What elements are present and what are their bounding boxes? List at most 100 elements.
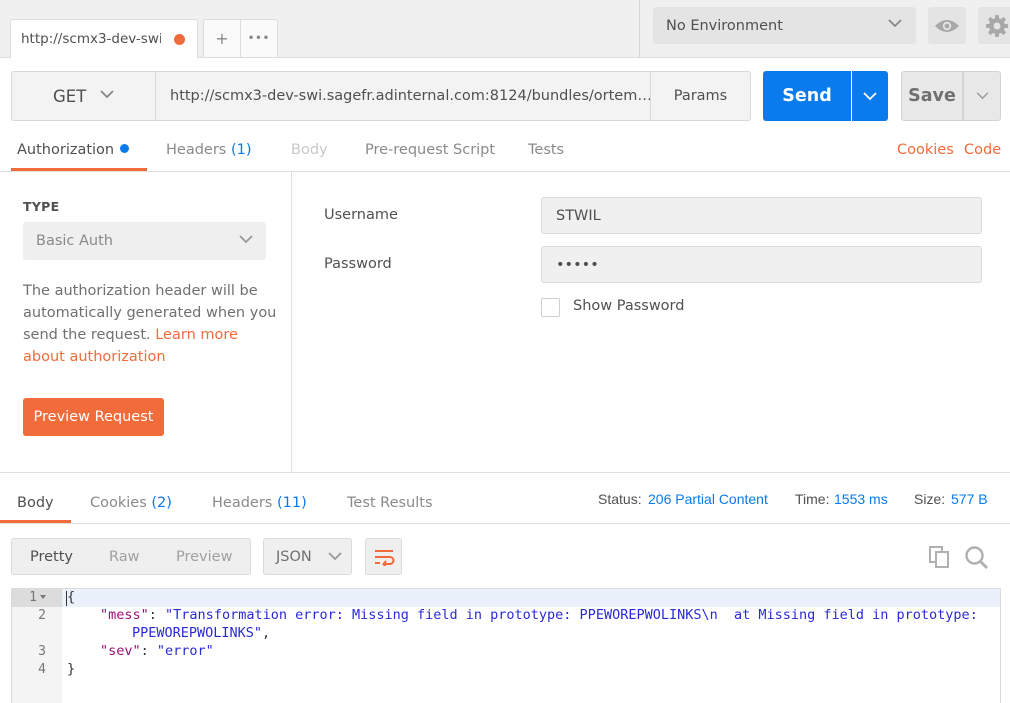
auth-active-dot <box>120 144 130 153</box>
chevron-down-icon <box>863 91 877 100</box>
wrap-lines-icon <box>374 549 394 566</box>
params-button[interactable]: Params <box>650 71 751 121</box>
code-line-2: "mess": "Transformation error: Missing f… <box>100 607 978 623</box>
response-tab-headers-count: (11) <box>276 495 307 511</box>
environment-select-value: No Environment <box>666 17 783 34</box>
tab-tests[interactable]: Tests <box>528 142 564 158</box>
params-label: Params <box>673 88 728 104</box>
status-label: Status: <box>598 491 642 507</box>
time-value[interactable]: 1553 ms <box>834 491 888 507</box>
response-tab-cookies-count: (2) <box>151 495 172 511</box>
password-label: Password <box>324 256 392 272</box>
tab-headers-label: Headers <box>166 142 227 158</box>
code-line-1: { <box>67 589 76 605</box>
tab-authorization-label: Authorization <box>17 142 115 158</box>
response-tab-headers[interactable]: Headers (11) <box>212 495 307 511</box>
copy-icon <box>929 546 949 568</box>
chevron-down-icon <box>328 552 342 561</box>
response-divider <box>0 472 1010 473</box>
auth-panel-divider <box>291 172 292 472</box>
code-link[interactable]: Code <box>964 142 1001 158</box>
preview-request-label: Preview Request <box>33 409 154 425</box>
tab-headers[interactable]: Headers (1) <box>166 142 252 158</box>
view-pretty-button[interactable]: Pretty <box>30 549 73 565</box>
code-line-2-wrap: PPEWOREPWOLINKS", <box>132 625 271 641</box>
show-password-label: Show Password <box>573 298 685 314</box>
response-tab-body[interactable]: Body <box>17 495 54 511</box>
method-value: GET <box>53 86 87 106</box>
new-tab-button[interactable]: + <box>203 19 241 57</box>
send-label: Send <box>782 86 832 106</box>
auth-description-text: The authorization header will be automat… <box>23 283 277 343</box>
tab-headers-count: (1) <box>230 142 252 158</box>
chevron-down-icon <box>100 90 114 99</box>
cookies-link[interactable]: Cookies <box>897 142 954 158</box>
tab-pre-request-script[interactable]: Pre-request Script <box>365 142 495 158</box>
line-number: 2 <box>38 608 46 623</box>
save-button[interactable]: Save <box>901 71 963 121</box>
tab-options-button[interactable]: ••• <box>240 19 278 57</box>
request-tab-title: http://scmx3-dev-swi.s <box>21 31 161 47</box>
code-line-3: "sev": "error" <box>100 643 214 659</box>
line-number: 1 <box>12 590 46 605</box>
response-format-select[interactable]: JSON <box>263 538 352 575</box>
settings-button[interactable] <box>978 7 1010 44</box>
top-divider <box>639 0 640 58</box>
auth-description: The authorization header will be automat… <box>23 280 278 368</box>
auth-type-select[interactable]: Basic Auth <box>23 222 266 260</box>
line-number: 4 <box>38 662 46 677</box>
tab-body-label: Body <box>291 142 328 158</box>
show-password-checkbox[interactable] <box>541 298 560 317</box>
environment-quick-look-button[interactable] <box>928 7 966 44</box>
url-input[interactable] <box>155 71 650 121</box>
request-tabs-divider <box>0 171 1010 172</box>
size-value[interactable]: 577 B <box>951 491 988 507</box>
code-line-4: } <box>67 661 76 677</box>
tab-body[interactable]: Body <box>291 142 328 158</box>
status-value[interactable]: 206 Partial Content <box>648 491 768 507</box>
tab-pre-request-label: Pre-request Script <box>365 142 496 158</box>
tab-authorization[interactable]: Authorization <box>17 142 130 158</box>
send-button[interactable]: Send <box>763 71 851 121</box>
view-raw-button[interactable]: Raw <box>109 549 140 565</box>
time-label: Time: <box>795 491 830 507</box>
save-options-button[interactable] <box>963 71 1001 121</box>
environment-select[interactable]: No Environment <box>653 7 916 44</box>
search-icon <box>965 546 989 570</box>
wrap-lines-button[interactable] <box>365 538 402 575</box>
response-tabs-divider <box>0 523 1010 524</box>
code-link-label: Code <box>964 142 1002 158</box>
gear-icon <box>986 14 1008 37</box>
password-input[interactable] <box>541 246 982 283</box>
request-tab[interactable]: http://scmx3-dev-swi.s <box>10 19 198 58</box>
line-number: 3 <box>38 644 46 659</box>
response-tab-cookies[interactable]: Cookies (2) <box>90 495 172 511</box>
auth-type-label: TYPE <box>23 199 60 214</box>
username-label: Username <box>324 207 398 223</box>
unsaved-dot <box>174 34 185 45</box>
chevron-down-icon <box>976 92 988 100</box>
active-line-highlight <box>12 589 1000 607</box>
response-tab-headers-label: Headers <box>212 495 273 511</box>
response-tab-test-results[interactable]: Test Results <box>347 495 433 511</box>
size-label: Size: <box>914 491 946 507</box>
eye-icon <box>935 19 959 32</box>
tab-tests-label: Tests <box>528 142 565 158</box>
auth-type-value: Basic Auth <box>36 233 113 249</box>
method-select[interactable]: GET <box>11 71 155 121</box>
copy-response-button[interactable] <box>928 545 950 573</box>
chevron-down-icon <box>239 235 253 244</box>
response-tab-test-results-label: Test Results <box>347 495 433 511</box>
fold-toggle-icon[interactable] <box>40 595 46 599</box>
username-input[interactable] <box>541 197 982 234</box>
response-tab-cookies-label: Cookies <box>90 495 147 511</box>
view-preview-button[interactable]: Preview <box>176 549 232 565</box>
response-format-value: JSON <box>276 548 312 565</box>
search-response-button[interactable] <box>964 545 990 575</box>
cookies-link-label: Cookies <box>897 142 954 158</box>
save-label: Save <box>908 86 956 106</box>
send-options-button[interactable] <box>852 71 888 121</box>
plus-icon: + <box>215 29 229 48</box>
more-icon: ••• <box>247 33 271 44</box>
preview-request-button[interactable]: Preview Request <box>23 398 164 436</box>
